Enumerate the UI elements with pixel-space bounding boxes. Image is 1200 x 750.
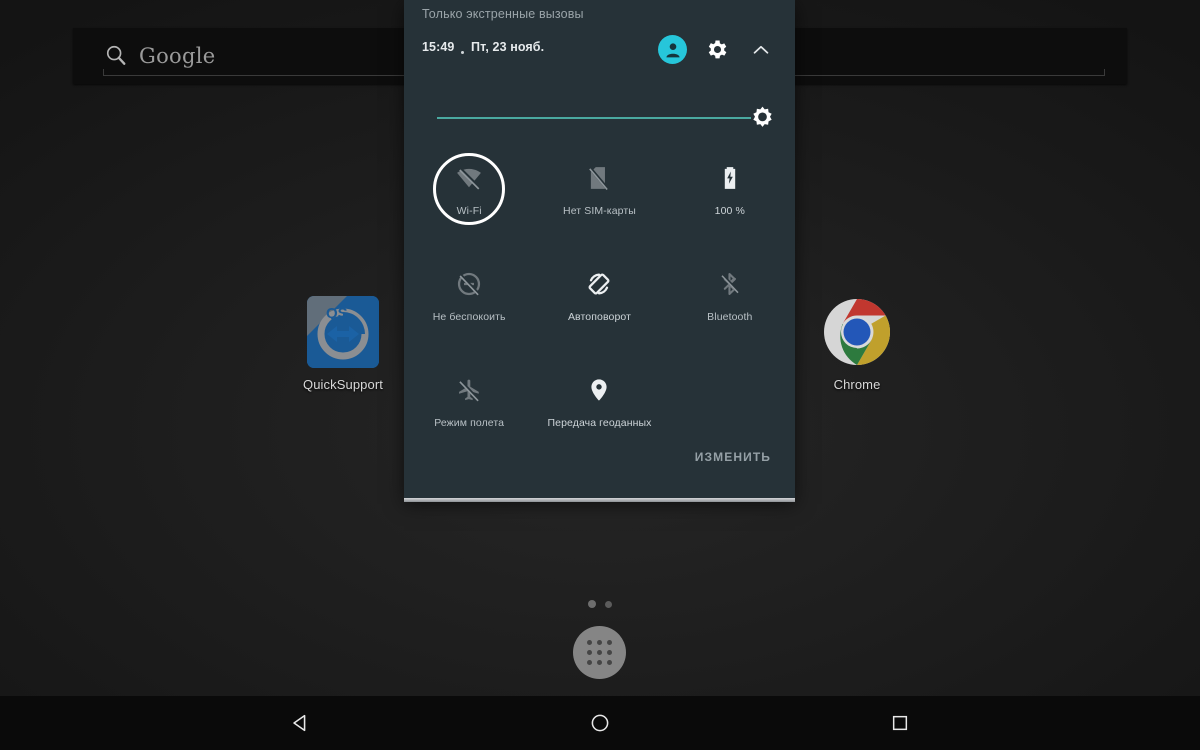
page-indicator [0, 600, 1200, 608]
clock-label: 15:49 [422, 40, 455, 54]
apps-grid-icon-dot [606, 649, 612, 655]
tile-airplane-mode[interactable]: Режим полета [404, 360, 534, 466]
chrome-icon [821, 296, 893, 368]
quick-settings-panel: Только экстренные вызовы 15:49 Пт, 23 но… [404, 0, 795, 502]
apps-grid-icon-dot [596, 649, 602, 655]
tile-label: 100 % [714, 205, 745, 217]
apps-grid-icon-dot [596, 640, 602, 646]
search-placeholder-label: Google [139, 44, 216, 68]
app-label: QuickSupport [303, 377, 383, 392]
battery-charging-icon [717, 165, 743, 191]
airplane-mode-off-icon [456, 377, 482, 403]
tile-label: Нет SIM-карты [563, 205, 636, 217]
tile-label: Автоповорот [567, 311, 632, 323]
quick-settings-header: 15:49 Пт, 23 нояб. [404, 34, 795, 68]
search-icon [105, 44, 127, 66]
apps-grid-icon-dot [606, 659, 612, 665]
separator-dot [461, 51, 464, 54]
system-navigation-bar [0, 696, 1200, 750]
home-circle-icon [591, 714, 609, 732]
app-icon-chrome[interactable]: Chrome [797, 296, 917, 392]
tile-auto-rotate[interactable]: Автоповорот [534, 254, 664, 360]
sim-card-off-icon [586, 165, 612, 191]
do-not-disturb-off-icon [456, 271, 482, 297]
date-label: Пт, 23 нояб. [471, 40, 545, 54]
nav-home-button[interactable] [525, 696, 675, 750]
tile-do-not-disturb[interactable]: Не беспокоить [404, 254, 534, 360]
tile-label: Передача геоданных [547, 417, 652, 429]
app-drawer-button[interactable] [573, 626, 626, 679]
brightness-slider-track [437, 117, 751, 119]
gear-icon[interactable] [705, 37, 730, 62]
tile-wifi[interactable]: Wi-Fi [404, 148, 534, 254]
nav-recents-button[interactable] [825, 696, 975, 750]
app-icon-quicksupport[interactable]: QS QuickSupport [283, 296, 403, 392]
tile-battery[interactable]: 100 % [665, 148, 795, 254]
apps-grid-icon-dot [587, 649, 593, 655]
user-avatar-icon[interactable] [658, 35, 687, 64]
apps-grid-icon-dot [606, 640, 612, 646]
apps-grid-icon-dot [587, 640, 593, 646]
tile-location[interactable]: Передача геоданных [534, 360, 664, 466]
carrier-status-label: Только экстренные вызовы [422, 7, 584, 21]
location-on-icon [586, 377, 612, 403]
apps-grid-icon-dot [596, 659, 602, 665]
auto-rotate-icon [586, 271, 612, 297]
app-label: Chrome [833, 377, 881, 392]
tile-label: Wi-Fi [456, 205, 482, 217]
page-dot [605, 601, 612, 608]
quick-settings-row: Wi-Fi Нет SIM-карты 100 % [404, 148, 795, 254]
svg-text:QS: QS [326, 305, 348, 322]
apps-grid-icon-dot [587, 659, 593, 665]
wifi-off-icon [456, 165, 482, 191]
android-home-screen: Google QS QuickSupport Chrome Только экс… [0, 0, 1200, 750]
brightness-slider[interactable] [437, 105, 775, 131]
chevron-up-icon[interactable] [750, 39, 772, 61]
brightness-sun-icon[interactable] [750, 105, 775, 130]
quick-settings-tiles: Wi-Fi Нет SIM-карты 100 % Не беспокоить … [404, 148, 795, 466]
page-dot-active [588, 600, 596, 608]
tile-label: Не беспокоить [432, 311, 506, 323]
quick-settings-row: Не беспокоить Автоповорот Bluetooth [404, 254, 795, 360]
nav-back-button[interactable] [225, 696, 375, 750]
recents-square-icon [892, 715, 908, 731]
tile-label: Bluetooth [707, 311, 753, 323]
back-triangle-icon [293, 714, 306, 732]
teamviewer-quicksupport-icon: QS [307, 296, 379, 368]
bluetooth-off-icon [717, 271, 743, 297]
tile-sim[interactable]: Нет SIM-карты [534, 148, 664, 254]
edit-tiles-button[interactable]: ИЗМЕНИТЬ [695, 450, 771, 464]
tile-label: Режим полета [434, 417, 505, 429]
tile-bluetooth[interactable]: Bluetooth [665, 254, 795, 360]
